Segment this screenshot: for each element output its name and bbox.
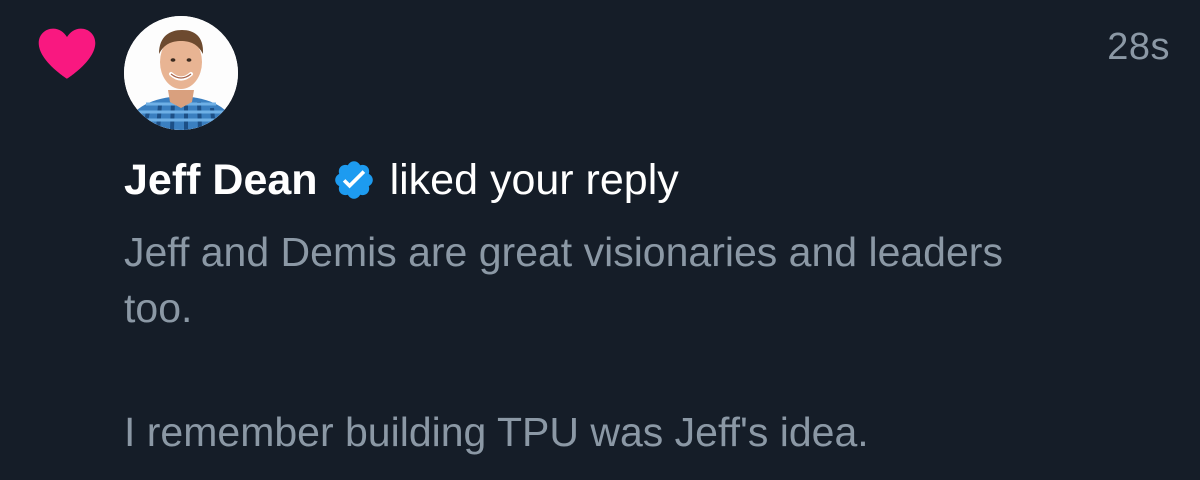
reply-preview[interactable]: Jeff and Demis are great visionaries and… [124, 224, 1174, 460]
user-avatar[interactable] [124, 16, 238, 130]
notification-headline: Jeff Dean liked your reply [124, 150, 679, 210]
verified-badge-icon [332, 158, 376, 202]
reply-line: I remember building TPU was Jeff's idea. [124, 409, 869, 455]
action-text: liked your reply [389, 155, 679, 204]
heart-icon [36, 26, 98, 80]
timestamp: 28s [1107, 26, 1170, 68]
like-notification[interactable]: 28s Jeff Dean liked your reply Jeff and … [0, 0, 1200, 480]
author-name[interactable]: Jeff Dean [124, 156, 318, 205]
reply-line: Jeff and Demis are great visionaries and… [124, 229, 1003, 275]
reply-line: too. [124, 285, 193, 331]
